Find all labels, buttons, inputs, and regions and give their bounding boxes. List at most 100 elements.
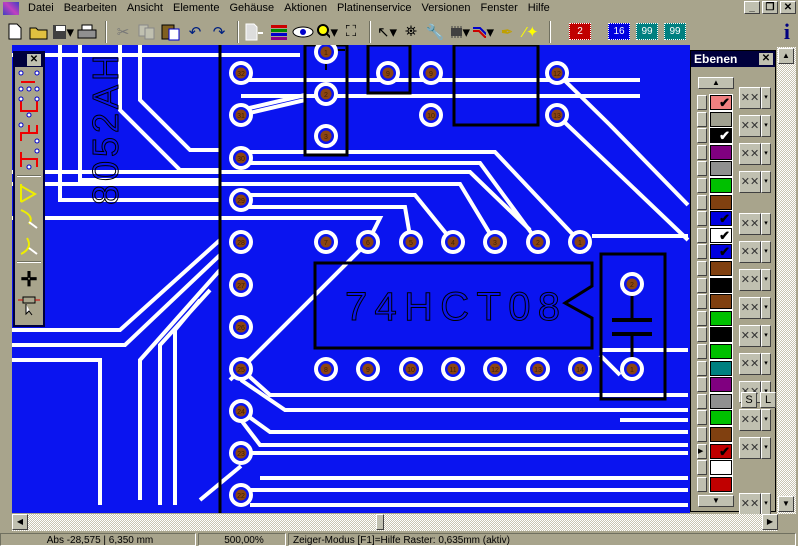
- layer-select-button[interactable]: [697, 360, 707, 376]
- layer-badge-button[interactable]: 16: [608, 23, 630, 40]
- visibility-toggle-button[interactable]: ✕✕: [739, 87, 761, 109]
- layer-color-swatch[interactable]: [709, 409, 733, 427]
- visibility-dropdown-button[interactable]: ▾: [761, 213, 771, 235]
- visibility-dropdown-button[interactable]: ▾: [761, 353, 771, 375]
- visibility-dropdown-button[interactable]: ▾: [761, 297, 771, 319]
- pad[interactable]: 9: [356, 357, 380, 381]
- layer-color-swatch[interactable]: [709, 309, 733, 327]
- scroll-right-button[interactable]: ▶: [762, 514, 778, 530]
- menu-versionen[interactable]: Versionen: [417, 2, 476, 14]
- layer-color-swatch[interactable]: [709, 326, 733, 344]
- layer-row[interactable]: [697, 459, 733, 477]
- layer-select-button[interactable]: ▶: [697, 443, 707, 459]
- layer-select-button[interactable]: [697, 261, 707, 276]
- layer-row[interactable]: [697, 343, 733, 360]
- pad[interactable]: 25: [229, 357, 253, 381]
- pad[interactable]: 6: [356, 230, 380, 254]
- copy-icon[interactable]: [136, 21, 158, 43]
- menu-fenster[interactable]: Fenster: [475, 2, 522, 14]
- visibility-dropdown-button[interactable]: ▾: [761, 241, 771, 263]
- visibility-dropdown-button[interactable]: ▾: [761, 143, 771, 165]
- magic-wand-icon[interactable]: ⁄✦: [520, 21, 542, 43]
- pad[interactable]: 24: [229, 399, 253, 423]
- layer-select-button[interactable]: [697, 294, 707, 310]
- layer-select-button[interactable]: [697, 476, 707, 492]
- scroll-left-button[interactable]: ◀: [12, 514, 28, 530]
- pad[interactable]: 2: [314, 82, 338, 106]
- pad[interactable]: 28: [229, 230, 253, 254]
- layer-select-button[interactable]: [697, 327, 707, 343]
- layer-badge-button[interactable]: 2: [569, 23, 591, 40]
- pad[interactable]: 8: [314, 357, 338, 381]
- redo-icon[interactable]: ↷: [208, 21, 230, 43]
- minimize-button[interactable]: _: [744, 1, 760, 14]
- layer-color-swatch[interactable]: [709, 376, 733, 394]
- trace-mode-1-button[interactable]: [16, 69, 42, 93]
- paste-icon[interactable]: [160, 21, 182, 43]
- layer-select-button[interactable]: [697, 144, 707, 160]
- visibility-dropdown-button[interactable]: ▾: [761, 493, 771, 515]
- layer-visibility-control[interactable]: ✕✕▾: [739, 325, 771, 347]
- visibility-dropdown-button[interactable]: ▾: [761, 409, 771, 431]
- restore-button[interactable]: ❐: [762, 1, 778, 14]
- layer-color-swatch[interactable]: [709, 143, 733, 161]
- info-icon[interactable]: i: [784, 19, 790, 45]
- layer-row[interactable]: [697, 326, 733, 344]
- layer-row[interactable]: [697, 143, 733, 161]
- layer-color-swatch[interactable]: [709, 260, 733, 277]
- pad[interactable]: 22: [229, 483, 253, 507]
- angle-mode-3-button[interactable]: [16, 233, 42, 257]
- visibility-dropdown-button[interactable]: ▾: [761, 269, 771, 291]
- visibility-toggle-button[interactable]: ✕✕: [739, 143, 761, 165]
- menu-hilfe[interactable]: Hilfe: [523, 2, 555, 14]
- wrench-icon[interactable]: 🔧: [424, 21, 446, 43]
- visibility-toggle-button[interactable]: ✕✕: [739, 213, 761, 235]
- scroll-up-button[interactable]: ▲: [778, 48, 794, 64]
- layer-select-button[interactable]: [697, 227, 707, 243]
- print-icon[interactable]: [76, 21, 98, 43]
- layer-select-button[interactable]: [697, 128, 707, 144]
- trace-mode-3-button[interactable]: [16, 121, 42, 145]
- pad[interactable]: 14: [568, 357, 592, 381]
- open-folder-icon[interactable]: [28, 21, 50, 43]
- visibility-toggle-button[interactable]: ✕✕: [739, 353, 761, 375]
- pad[interactable]: 2: [620, 272, 644, 296]
- visibility-toggle-button[interactable]: ✕✕: [739, 297, 761, 319]
- layer-color-swatch[interactable]: [709, 276, 733, 294]
- visibility-dropdown-button[interactable]: ▾: [761, 171, 771, 193]
- pad[interactable]: 5: [399, 230, 423, 254]
- close-button[interactable]: ✕: [780, 1, 796, 14]
- zoom-icon[interactable]: ▾: [316, 21, 338, 43]
- menu-datei[interactable]: Datei: [23, 2, 59, 14]
- layers-close-button[interactable]: ✕: [759, 53, 773, 65]
- layer-row[interactable]: [697, 110, 733, 128]
- new-file-icon[interactable]: [4, 21, 26, 43]
- visibility-toggle-button[interactable]: ✕✕: [739, 325, 761, 347]
- layer-select-button[interactable]: [697, 410, 707, 426]
- visibility-toggle-button[interactable]: ✕✕: [739, 409, 761, 431]
- layer-row[interactable]: [697, 177, 733, 194]
- pad[interactable]: 12: [545, 61, 569, 85]
- layer-select-button[interactable]: [697, 344, 707, 359]
- scroll-thumb[interactable]: [376, 514, 384, 530]
- layer-badge-button[interactable]: 99: [664, 23, 686, 40]
- zoom-fit-icon[interactable]: ⛶: [340, 21, 362, 43]
- visibility-dropdown-button[interactable]: ▾: [761, 115, 771, 137]
- layer-row[interactable]: ✔: [697, 243, 733, 261]
- layer-row[interactable]: [697, 392, 733, 410]
- layer-row[interactable]: [697, 409, 733, 427]
- layer-select-button[interactable]: [697, 310, 707, 326]
- layer-color-swatch[interactable]: [709, 110, 733, 128]
- layers-stack-icon[interactable]: [268, 21, 290, 43]
- pad[interactable]: 1: [314, 45, 338, 64]
- undo-icon[interactable]: ↶: [184, 21, 206, 43]
- scroll-down-button[interactable]: ▼: [778, 496, 794, 512]
- eye-icon[interactable]: [292, 21, 314, 43]
- pcb-canvas[interactable]: 32 31 30 29 28 27 26 25 24 23 22 7 8 6 9 5 10 4 11 3 12 2 13 1 1…: [12, 45, 690, 513]
- pad[interactable]: 29: [229, 188, 253, 212]
- pointer-icon[interactable]: ↖▾: [376, 21, 398, 43]
- menu-aktionen[interactable]: Aktionen: [279, 2, 332, 14]
- layer-row[interactable]: [697, 193, 733, 211]
- layer-row[interactable]: [697, 426, 733, 443]
- layer-visibility-control[interactable]: ✕✕▾: [739, 353, 771, 375]
